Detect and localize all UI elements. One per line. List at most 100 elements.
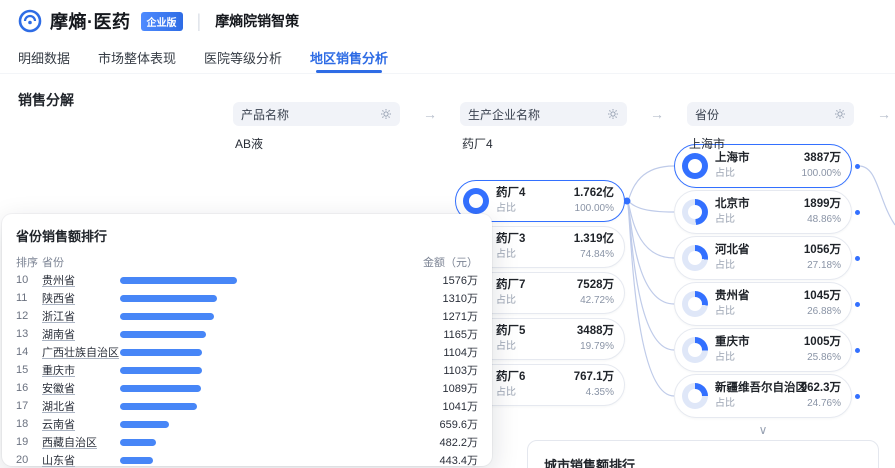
city-ranking-panel: 城市销售额排行 xyxy=(527,440,879,468)
node-name: 药厂4 xyxy=(496,187,574,200)
ranking-row: 16 安徽省 1089万 xyxy=(16,379,478,397)
donut-chart xyxy=(682,291,708,317)
node-name: 贵州省 xyxy=(715,290,804,303)
ranking-row: 15 重庆市 1103万 xyxy=(16,361,478,379)
amount-value: 1310万 xyxy=(392,290,478,306)
node-amount: 1005万 xyxy=(804,336,841,349)
province-link[interactable]: 广西壮族自治区 xyxy=(42,344,120,360)
settings-icon[interactable] xyxy=(834,108,846,120)
col-amount: 金额（元） xyxy=(392,254,478,270)
tab-item[interactable]: 医院等级分析 xyxy=(204,42,282,73)
amount-value: 1103万 xyxy=(392,362,478,378)
city-ranking-title: 城市销售额排行 xyxy=(544,455,862,468)
node-ratio: 26.88% xyxy=(804,306,841,318)
node-amount: 1.762亿 xyxy=(574,187,614,200)
node-ratio: 42.72% xyxy=(577,295,614,307)
filter-pill[interactable]: 省份 xyxy=(687,102,854,126)
province-link[interactable]: 湖南省 xyxy=(42,326,120,342)
node-ratio: 74.84% xyxy=(574,249,614,261)
node-amount: 962.3万 xyxy=(801,382,841,395)
node-amount: 3887万 xyxy=(802,152,841,165)
filter-group: 省份 上海市 xyxy=(687,102,854,152)
province-link[interactable]: 安徽省 xyxy=(42,380,120,396)
chevron-down-icon[interactable]: ∨ xyxy=(674,424,852,436)
node-amount: 1045万 xyxy=(804,290,841,303)
node-name: 药厂3 xyxy=(496,233,574,246)
bar-track xyxy=(120,349,392,356)
amount-value: 1271万 xyxy=(392,308,478,324)
amount-bar xyxy=(120,421,169,428)
product-title: 摩熵院销智策 xyxy=(215,11,299,31)
ranking-row: 20 山东省 443.4万 xyxy=(16,451,478,468)
ranking-row: 19 西藏自治区 482.2万 xyxy=(16,433,478,451)
node-amount: 7528万 xyxy=(577,279,614,292)
rank-value: 15 xyxy=(16,364,42,376)
flow-arrow-icon: → xyxy=(627,102,687,152)
settings-icon[interactable] xyxy=(380,108,392,120)
ratio-label: 占比 xyxy=(715,214,804,226)
ranking-row: 17 湖北省 1041万 xyxy=(16,397,478,415)
province-link[interactable]: 重庆市 xyxy=(42,362,120,378)
filter-label: 产品名称 xyxy=(241,106,289,123)
filter-pill[interactable]: 产品名称 xyxy=(233,102,400,126)
province-node[interactable]: 重庆市 占比 1005万 25.86% xyxy=(674,328,852,372)
rank-value: 10 xyxy=(16,274,42,286)
donut-chart xyxy=(682,245,708,271)
filter-selected-value: AB液 xyxy=(233,135,400,152)
bar-track xyxy=(120,313,392,320)
filter-pill[interactable]: 生产企业名称 xyxy=(460,102,627,126)
donut-chart xyxy=(463,188,489,214)
amount-bar xyxy=(120,457,153,464)
header-divider: | xyxy=(197,11,202,32)
amount-bar xyxy=(120,439,156,446)
filter-selected-value: 上海市 xyxy=(687,135,854,152)
province-link[interactable]: 湖北省 xyxy=(42,398,120,414)
amount-bar xyxy=(120,349,202,356)
bar-track xyxy=(120,385,392,392)
bar-track xyxy=(120,295,392,302)
rank-value: 20 xyxy=(16,454,42,466)
filter-group: 生产企业名称 药厂4 xyxy=(460,102,627,152)
province-node[interactable]: 北京市 占比 1899万 48.86% xyxy=(674,190,852,234)
province-link[interactable]: 云南省 xyxy=(42,416,120,432)
province-node[interactable]: 贵州省 占比 1045万 26.88% xyxy=(674,282,852,326)
amount-value: 659.6万 xyxy=(392,416,478,432)
bar-track xyxy=(120,367,392,374)
donut-chart xyxy=(682,337,708,363)
ratio-label: 占比 xyxy=(715,168,802,180)
node-ratio: 4.35% xyxy=(574,387,614,399)
rank-value: 11 xyxy=(16,292,42,304)
app-window: 摩熵·医药 企业版 | 摩熵院销智策 明细数据 市场整体表现 医院等级分析 地区… xyxy=(0,0,895,468)
bar-track xyxy=(120,403,392,410)
node-name: 北京市 xyxy=(715,198,804,211)
province-node[interactable]: 河北省 占比 1056万 27.18% xyxy=(674,236,852,280)
donut-chart xyxy=(682,383,708,409)
tab-item[interactable]: 地区销售分析 xyxy=(310,42,388,73)
node-name: 药厂7 xyxy=(496,279,577,292)
province-link[interactable]: 贵州省 xyxy=(42,272,120,288)
province-link[interactable]: 陕西省 xyxy=(42,290,120,306)
province-node[interactable]: 新疆维吾尔自治区 占比 962.3万 24.76% xyxy=(674,374,852,418)
ratio-label: 占比 xyxy=(715,306,804,318)
province-link[interactable]: 浙江省 xyxy=(42,308,120,324)
amount-bar xyxy=(120,313,214,320)
node-name: 河北省 xyxy=(715,244,804,257)
logo-icon xyxy=(18,9,42,33)
ranking-row: 12 浙江省 1271万 xyxy=(16,307,478,325)
rank-value: 17 xyxy=(16,400,42,412)
amount-bar xyxy=(120,277,237,284)
tab-item[interactable]: 明细数据 xyxy=(18,42,70,73)
province-link[interactable]: 西藏自治区 xyxy=(42,434,120,450)
settings-icon[interactable] xyxy=(607,108,619,120)
ranking-row: 11 陕西省 1310万 xyxy=(16,289,478,307)
node-amount: 1899万 xyxy=(804,198,841,211)
ratio-label: 占比 xyxy=(496,295,577,307)
amount-value: 1104万 xyxy=(392,344,478,360)
flow-arrow-icon: → xyxy=(854,102,895,152)
province-link[interactable]: 山东省 xyxy=(42,452,120,468)
node-amount: 3488万 xyxy=(577,325,614,338)
node-amount: 767.1万 xyxy=(574,371,614,384)
node-ratio: 24.76% xyxy=(801,398,841,410)
tab-item[interactable]: 市场整体表现 xyxy=(98,42,176,73)
bar-track xyxy=(120,277,392,284)
